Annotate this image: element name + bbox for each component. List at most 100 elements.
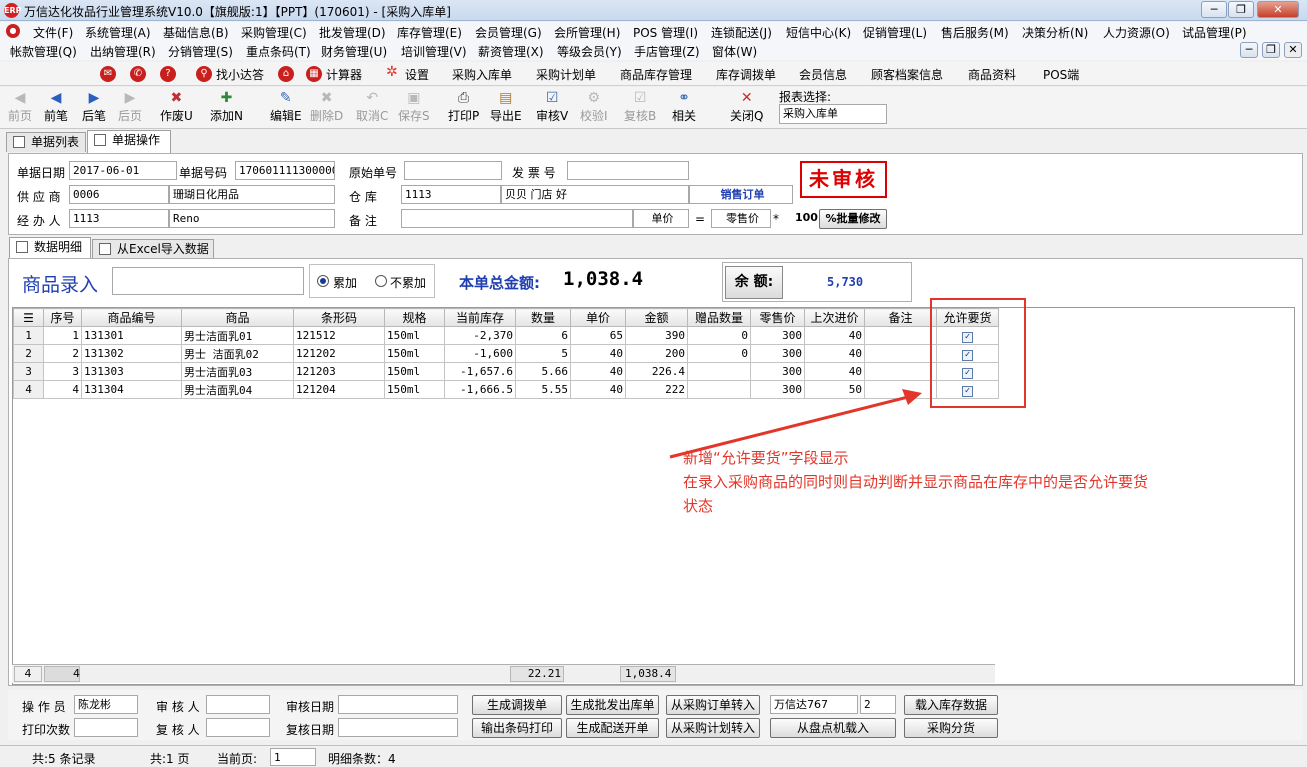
current-page-input[interactable]: 1: [270, 748, 316, 766]
menu2-item-0[interactable]: 帐款管理(Q): [10, 43, 77, 60]
column-header-9[interactable]: 赠品数量: [687, 308, 751, 327]
toolbar-button-5[interactable]: ✚ 添加N: [210, 89, 243, 124]
supplier-code-field[interactable]: 0006: [69, 185, 169, 204]
cell-note[interactable]: [864, 362, 937, 381]
quick-item-7[interactable]: POS端: [1043, 66, 1079, 83]
menu1-item-8[interactable]: POS 管理(I): [633, 24, 698, 41]
column-header-2[interactable]: 商品: [181, 308, 294, 327]
menu1-item-5[interactable]: 库存管理(E): [397, 24, 462, 41]
cell-barcode[interactable]: 121512: [293, 326, 385, 345]
toolbar-button-3[interactable]: ▶ 后页: [118, 89, 142, 124]
child-restore-button[interactable]: ❐: [1262, 42, 1280, 58]
quick-item-5[interactable]: 顾客档案信息: [871, 66, 943, 83]
settings-button[interactable]: 设置: [405, 66, 429, 83]
toolbar-button-4[interactable]: ✖ 作废U: [160, 89, 193, 124]
from-order-button[interactable]: 从采购订单转入: [666, 695, 760, 715]
minimize-button[interactable]: ─: [1201, 1, 1227, 18]
menu2-item-8[interactable]: 手店管理(Z): [634, 43, 700, 60]
row-header[interactable]: 2: [13, 344, 44, 363]
tab-excel-import[interactable]: 从Excel导入数据: [92, 239, 214, 259]
cell-last[interactable]: 40: [804, 362, 865, 381]
toolbar-button-2[interactable]: ▶ 后笔: [82, 89, 106, 124]
quick-item-2[interactable]: 商品库存管理: [620, 66, 692, 83]
cell-amount[interactable]: 200: [625, 344, 688, 363]
handler-code-field[interactable]: 1113: [69, 209, 169, 228]
orig-no-field[interactable]: [404, 161, 502, 180]
cell-qty[interactable]: 5.66: [515, 362, 571, 381]
cell-code[interactable]: 131301: [81, 326, 182, 345]
quick-item-6[interactable]: 商品资料: [968, 66, 1016, 83]
date-field[interactable]: 2017-06-01: [69, 161, 177, 180]
cell-retail[interactable]: 300: [750, 326, 805, 345]
quick-item-1[interactable]: 采购计划单: [536, 66, 596, 83]
cell-name[interactable]: 男士 洁面乳02: [181, 344, 294, 363]
cell-spec[interactable]: 150ml: [384, 344, 445, 363]
cell-stock[interactable]: -2,370: [444, 326, 516, 345]
cell-stock[interactable]: -1,666.5: [444, 380, 516, 399]
percent-field[interactable]: 100: [795, 211, 818, 224]
cell-last[interactable]: 40: [804, 326, 865, 345]
cell-code[interactable]: 131303: [81, 362, 182, 381]
calculator-button[interactable]: 计算器: [326, 66, 362, 83]
cell-gift[interactable]: 0: [687, 344, 751, 363]
radio-non-accumulate[interactable]: [375, 275, 387, 287]
table-row[interactable]: 1 1 131301 男士洁面乳01 121512 150ml -2,370 6 65 390 0 3…: [13, 326, 999, 345]
cell-amount[interactable]: 226.4: [625, 362, 688, 381]
menu1-item-11[interactable]: 促销管理(L): [863, 24, 927, 41]
menu1-item-12[interactable]: 售后服务(M): [941, 24, 1009, 41]
batch-modify-button[interactable]: %批量修改: [819, 209, 887, 229]
table-row[interactable]: 3 3 131303 男士洁面乳03 121203 150ml -1,657.6 5.66 40…: [13, 362, 999, 381]
menu2-item-2[interactable]: 分销管理(S): [168, 43, 233, 60]
row-header[interactable]: 3: [13, 362, 44, 381]
quick-item-0[interactable]: 采购入库单: [452, 66, 512, 83]
cell-price[interactable]: 40: [570, 380, 626, 399]
menu1-item-10[interactable]: 短信中心(K): [786, 24, 851, 41]
home-icon[interactable]: ⌂: [278, 66, 294, 82]
cell-gift[interactable]: 0: [687, 326, 751, 345]
menu1-item-3[interactable]: 采购管理(C): [241, 24, 307, 41]
menu1-item-6[interactable]: 会员管理(G): [475, 24, 542, 41]
cell-retail[interactable]: 300: [750, 344, 805, 363]
column-header-5[interactable]: 当前库存: [444, 308, 516, 327]
cell-qty[interactable]: 5.55: [515, 380, 571, 399]
cell-last[interactable]: 40: [804, 344, 865, 363]
cell-price[interactable]: 40: [570, 344, 626, 363]
cell-stock[interactable]: -1,600: [444, 344, 516, 363]
toolbar-button-7[interactable]: ✖ 删除D: [310, 89, 343, 124]
child-close-button[interactable]: ✕: [1284, 42, 1302, 58]
menu2-item-6[interactable]: 薪资管理(X): [478, 43, 544, 60]
cell-spec[interactable]: 150ml: [384, 380, 445, 399]
column-header-7[interactable]: 单价: [570, 308, 626, 327]
column-header-0[interactable]: 序号: [43, 308, 82, 327]
warehouse-code-field[interactable]: 1113: [401, 185, 501, 204]
cell-name[interactable]: 男士洁面乳01: [181, 326, 294, 345]
table-row[interactable]: 2 2 131302 男士 洁面乳02 121202 150ml -1,600 5 40 200 0…: [13, 344, 999, 363]
toolbar-button-15[interactable]: ⚭ 相关: [672, 89, 696, 124]
cell-code[interactable]: 131302: [81, 344, 182, 363]
cell-qty[interactable]: 5: [515, 344, 571, 363]
column-header-10[interactable]: 零售价: [750, 308, 805, 327]
cell-retail[interactable]: 300: [750, 362, 805, 381]
price-type-select[interactable]: 零售价: [711, 209, 771, 228]
cell-code[interactable]: 131304: [81, 380, 182, 399]
cell-spec[interactable]: 150ml: [384, 362, 445, 381]
find-button[interactable]: 找小达答: [216, 66, 264, 83]
cell-name[interactable]: 男士洁面乳03: [181, 362, 294, 381]
menu2-item-7[interactable]: 等级会员(Y): [557, 43, 622, 60]
restore-button[interactable]: ❐: [1228, 1, 1254, 18]
store-no-field[interactable]: 2: [860, 695, 896, 714]
toolbar-button-16[interactable]: ✕ 关闭Q: [730, 89, 763, 124]
barcode-print-button[interactable]: 输出条码打印: [472, 718, 562, 738]
column-header-4[interactable]: 规格: [384, 308, 445, 327]
remark-field[interactable]: [401, 209, 633, 228]
tab-data-detail[interactable]: 数据明细: [9, 237, 91, 258]
column-header-8[interactable]: 金额: [625, 308, 688, 327]
cell-seq[interactable]: 1: [43, 326, 82, 345]
column-header-1[interactable]: 商品编号: [81, 308, 182, 327]
menu1-item-9[interactable]: 连锁配送(J): [711, 24, 772, 41]
generate-distribution-button[interactable]: 生成配送开单: [566, 718, 659, 738]
from-plan-button[interactable]: 从采购计划转入: [666, 718, 760, 738]
radio-accumulate[interactable]: [317, 275, 329, 287]
cell-amount[interactable]: 390: [625, 326, 688, 345]
tab-document-list[interactable]: 单据列表: [6, 132, 86, 152]
